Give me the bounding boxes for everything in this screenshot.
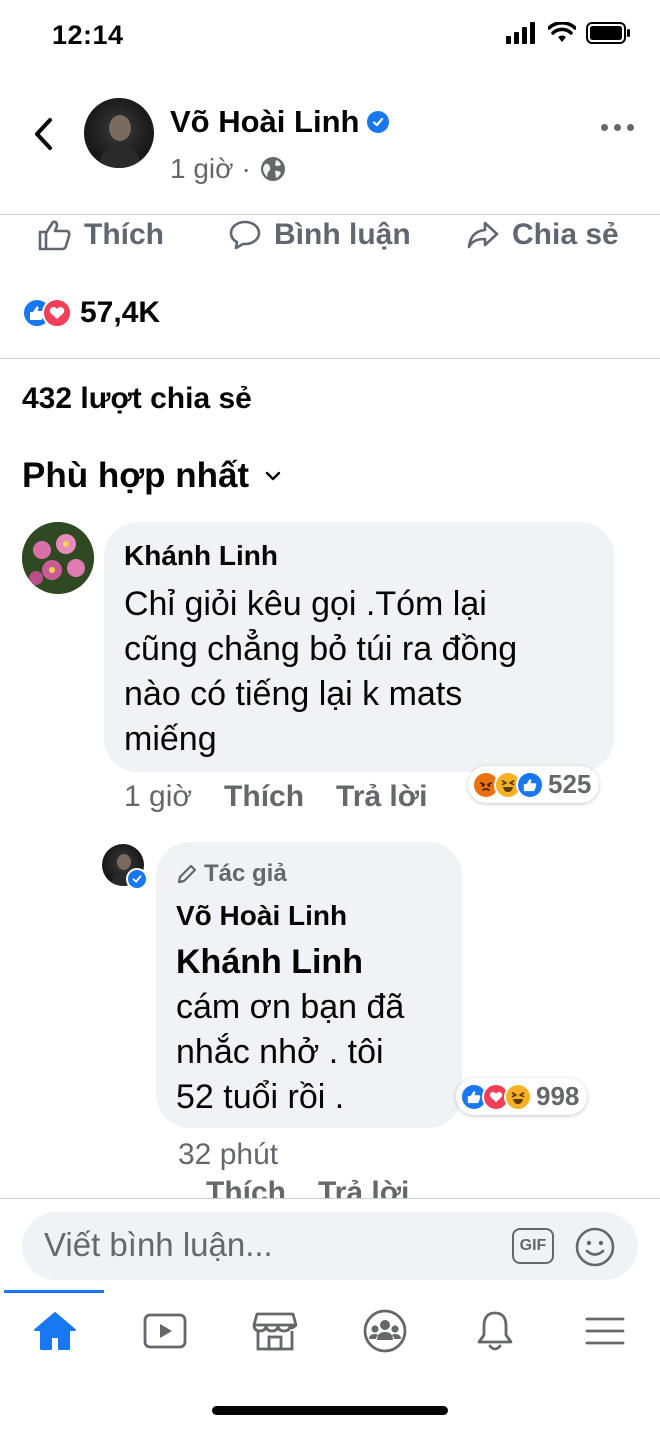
- wifi-icon: [548, 22, 576, 42]
- reply-like-button[interactable]: Thích: [206, 1176, 286, 1198]
- flower-photo: [22, 522, 94, 594]
- commenter-avatar[interactable]: [22, 522, 94, 594]
- comment-reply-button[interactable]: Trả lời: [336, 780, 427, 814]
- comment-reaction-count: 525: [548, 769, 592, 799]
- meta-separator: ·: [241, 153, 251, 184]
- like-reaction-icon: [516, 770, 544, 799]
- dot-icon: [627, 124, 634, 131]
- author-avatar[interactable]: [84, 98, 154, 168]
- author-photo: [98, 115, 142, 168]
- reaction-icons: [22, 298, 72, 328]
- comment-line: Chỉ giỏi kêu gọi .Tóm lại: [124, 585, 487, 623]
- reply-time: 32 phút: [178, 1138, 279, 1171]
- menu-icon: [585, 1317, 625, 1345]
- gif-button[interactable]: GIF: [512, 1228, 554, 1264]
- chevron-down-icon: [265, 471, 281, 481]
- post-author-name[interactable]: Võ Hoài Linh: [170, 104, 359, 140]
- comment-input-placeholder[interactable]: Viết bình luận...: [44, 1226, 273, 1264]
- comment-meta: 1 giờ Thích Trả lời: [124, 780, 427, 814]
- like-label: Thích: [84, 218, 164, 251]
- tab-home[interactable]: [30, 1308, 80, 1354]
- comment-line: nhắc nhở . tôi: [176, 1033, 384, 1071]
- divider: [0, 358, 660, 359]
- comment-label: Bình luận: [274, 218, 411, 251]
- tab-watch[interactable]: [140, 1308, 190, 1354]
- composer-divider: [0, 1198, 660, 1199]
- home-icon: [34, 1312, 76, 1350]
- comment-sort-dropdown[interactable]: Phù hợp nhất: [22, 456, 281, 496]
- comment-bubble: Khánh Linh Chỉ giỏi kêu gọi .Tóm lại cũn…: [104, 522, 614, 772]
- love-reaction-icon: [42, 298, 72, 328]
- post-time[interactable]: 1 giờ: [170, 153, 234, 185]
- post-reaction-count: 57,4K: [80, 296, 161, 329]
- divider: [0, 214, 660, 215]
- post-reactions[interactable]: 57,4K: [22, 296, 160, 330]
- comment-text: Chỉ giỏi kêu gọi .Tóm lại cũng chẳng bỏ …: [124, 582, 609, 762]
- battery-icon: [586, 22, 630, 44]
- comment-bubble-icon: [229, 220, 261, 250]
- watch-icon: [143, 1313, 187, 1349]
- reply-text: Khánh Linh cám ơn bạn đã nhắc nhở . tôi …: [176, 940, 456, 1120]
- marketplace-icon: [252, 1312, 298, 1351]
- home-indicator: [212, 1406, 448, 1415]
- share-arrow-icon: [467, 221, 499, 249]
- gif-label: GIF: [519, 1237, 547, 1254]
- comment-reactions[interactable]: 525: [468, 766, 600, 803]
- comment-line: 52 tuổi rồi .: [176, 1078, 345, 1116]
- tab-notifications[interactable]: [470, 1308, 520, 1354]
- status-time: 12:14: [52, 20, 124, 50]
- comment-line: cũng chẳng bỏ túi ra đồng: [124, 630, 518, 668]
- globe-icon: [260, 157, 285, 181]
- author-badge: Tác giả: [176, 860, 287, 888]
- post-meta: 1 giờ ·: [170, 153, 287, 185]
- reply-reaction-count: 998: [536, 1081, 580, 1111]
- tab-bar: [0, 1292, 660, 1362]
- signal-icon: [506, 22, 535, 44]
- comment-button[interactable]: Bình luận: [228, 218, 411, 252]
- reply-meta-actions: Thích Trả lời: [206, 1176, 409, 1198]
- author-badge-label: Tác giả: [204, 860, 287, 887]
- tab-menu[interactable]: [580, 1308, 630, 1354]
- post-author[interactable]: Võ Hoài Linh: [170, 104, 390, 140]
- comment-composer[interactable]: Viết bình luận... GIF: [22, 1212, 638, 1280]
- comment-line: nào có tiếng lại k mats: [124, 675, 463, 713]
- thumbs-up-icon: [38, 220, 71, 251]
- share-button[interactable]: Chia sẻ: [466, 218, 619, 252]
- verified-badge-icon: [126, 868, 148, 890]
- reply-bubble: Tác giả Võ Hoài Linh Khánh Linh cám ơn b…: [156, 842, 462, 1128]
- dot-icon: [601, 124, 608, 131]
- reply-author-name[interactable]: Võ Hoài Linh: [176, 900, 347, 932]
- sort-label: Phù hợp nhất: [22, 456, 250, 495]
- more-options-button[interactable]: [601, 124, 634, 131]
- tab-groups[interactable]: [360, 1308, 410, 1354]
- post-actions: Thích Bình luận Chia sẻ: [0, 218, 660, 268]
- notifications-icon: [477, 1311, 513, 1351]
- comment-time: 1 giờ: [124, 780, 193, 813]
- comment-like-button[interactable]: Thích: [224, 780, 304, 814]
- back-button[interactable]: [26, 112, 60, 156]
- share-label: Chia sẻ: [512, 218, 619, 251]
- pencil-icon: [177, 864, 197, 884]
- haha-reaction-icon: [504, 1082, 532, 1111]
- verified-badge-icon: [367, 111, 390, 133]
- share-count[interactable]: 432 lượt chia sẻ: [22, 382, 252, 416]
- reply-reply-button[interactable]: Trả lời: [318, 1176, 409, 1198]
- comment-line: miếng: [124, 720, 217, 758]
- reply-author-avatar[interactable]: [102, 844, 148, 890]
- status-icons: [506, 22, 630, 44]
- back-arrow-icon: [35, 118, 52, 150]
- emoji-button[interactable]: [574, 1226, 616, 1273]
- comment-line: cám ơn bạn đã: [176, 988, 405, 1026]
- groups-icon: [363, 1309, 407, 1353]
- commenter-name[interactable]: Khánh Linh: [124, 540, 278, 572]
- tab-marketplace[interactable]: [250, 1308, 300, 1354]
- dot-icon: [614, 124, 621, 131]
- reply-reactions[interactable]: 998: [456, 1078, 588, 1115]
- like-button[interactable]: Thích: [38, 218, 164, 252]
- mention-link[interactable]: Khánh Linh: [176, 940, 456, 985]
- smiley-icon: [575, 1227, 615, 1267]
